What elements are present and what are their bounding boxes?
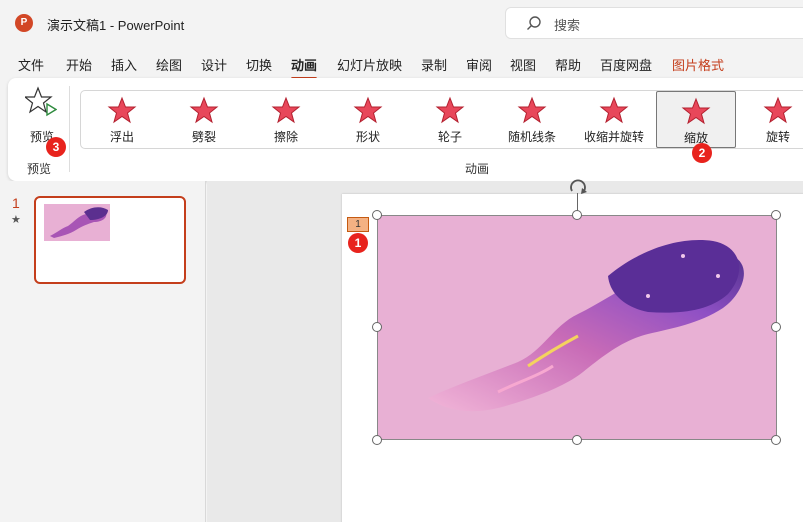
animation-option-5[interactable]: 随机线条	[492, 91, 572, 148]
step-badge-1: 1	[348, 233, 368, 253]
search-icon	[527, 16, 541, 30]
star-effect-icon	[271, 96, 301, 124]
resize-handle-n[interactable]	[572, 210, 582, 220]
step-badge-3: 3	[46, 137, 66, 157]
animation-marker-icon: ★	[11, 214, 21, 226]
slide-editor-canvas: 1 1	[207, 179, 803, 522]
animation-option-label: 劈裂	[191, 130, 216, 144]
animation-option-7[interactable]: 缩放	[656, 91, 736, 148]
animation-option-label: 形状	[355, 130, 380, 144]
tab-11[interactable]: 帮助	[555, 55, 581, 74]
resize-handle-se[interactable]	[771, 435, 781, 445]
ribbon-tabs: 文件 开始 插入 绘图 设计 切换 动画 幻灯片放映 录制 审阅 视图 帮助 百度网盘 图片格式	[0, 48, 803, 80]
star-effect-icon	[517, 96, 547, 124]
star-effect-icon	[353, 96, 383, 124]
search-input[interactable]: 搜索	[554, 15, 580, 34]
animation-option-1[interactable]: 劈裂	[164, 91, 244, 148]
star-effect-icon	[435, 96, 465, 124]
animation-order-tag[interactable]: 1	[347, 217, 369, 232]
tab-7[interactable]: 幻灯片放映	[337, 55, 402, 74]
animation-ribbon: 预览 ⌄ 3 预览 浮出劈裂擦除形状轮子随机线条收缩并旋转缩放旋转 动画 2	[8, 78, 803, 181]
tab-8[interactable]: 录制	[421, 55, 447, 74]
tab-4[interactable]: 设计	[201, 55, 227, 74]
animation-option-8[interactable]: 旋转	[738, 91, 803, 148]
animation-gallery: 浮出 劈裂 擦除 形状 轮子 随机线条 收缩并旋转 缩放旋转	[80, 90, 803, 149]
resize-handle-nw[interactable]	[372, 210, 382, 220]
tab-9[interactable]: 审阅	[466, 55, 492, 74]
window-title: 演示文稿1 - PowerPoint	[47, 18, 185, 33]
slide-thumbnail[interactable]	[34, 196, 186, 284]
picture-artwork	[428, 240, 744, 412]
resize-handle-w[interactable]	[372, 322, 382, 332]
resize-handle-ne[interactable]	[771, 210, 781, 220]
animation-option-6[interactable]: 收缩并旋转	[574, 91, 654, 148]
star-effect-icon	[763, 96, 793, 124]
group-separator	[69, 86, 70, 172]
star-effect-icon	[681, 97, 711, 125]
animation-group-label: 动画	[465, 162, 490, 176]
search-box[interactable]: 搜索	[505, 7, 803, 39]
star-effect-icon	[189, 96, 219, 124]
resize-handle-e[interactable]	[771, 322, 781, 332]
animation-option-label: 随机线条	[507, 130, 556, 144]
slide-thumbnail-panel: 1 ★	[0, 181, 206, 522]
animation-option-0[interactable]: 浮出	[82, 91, 162, 148]
rotate-handle-icon[interactable]	[566, 175, 590, 195]
thumbnail-picture	[44, 204, 110, 241]
tab-13[interactable]: 图片格式	[672, 55, 724, 74]
step-badge-2: 2	[692, 143, 712, 163]
animation-option-label: 收缩并旋转	[583, 130, 644, 144]
tab-2[interactable]: 插入	[111, 55, 137, 74]
preview-group-label: 预览	[27, 162, 52, 176]
tab-3[interactable]: 绘图	[156, 55, 182, 74]
resize-handle-sw[interactable]	[372, 435, 382, 445]
animation-option-2[interactable]: 擦除	[246, 91, 326, 148]
tab-6[interactable]: 动画	[291, 55, 318, 80]
selected-picture[interactable]	[377, 215, 777, 440]
animation-option-label: 浮出	[109, 130, 134, 144]
tab-1[interactable]: 开始	[66, 55, 92, 74]
title-bar: P 演示文稿1 - PowerPoint 搜索	[0, 0, 803, 48]
resize-handle-s[interactable]	[572, 435, 582, 445]
powerpoint-icon: P	[15, 14, 33, 32]
animation-option-4[interactable]: 轮子	[410, 91, 490, 148]
animation-option-3[interactable]: 形状	[328, 91, 408, 148]
slide-number: 1	[12, 195, 20, 211]
star-play-icon	[25, 86, 57, 117]
tab-0[interactable]: 文件	[18, 55, 44, 74]
animation-option-label: 轮子	[437, 130, 462, 144]
star-effect-icon	[599, 96, 629, 124]
tab-5[interactable]: 切换	[246, 55, 272, 74]
star-effect-icon	[107, 96, 137, 124]
tab-12[interactable]: 百度网盘	[600, 55, 652, 74]
animation-option-label: 擦除	[273, 130, 298, 144]
tab-10[interactable]: 视图	[510, 55, 536, 74]
animation-option-label: 旋转	[765, 130, 790, 144]
